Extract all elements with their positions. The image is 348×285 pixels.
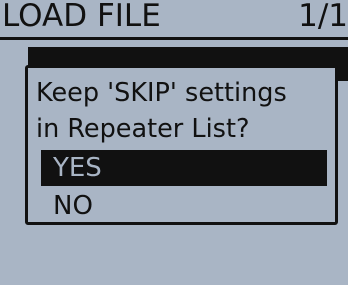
screen-title: LOAD FILE [2,0,161,34]
page-indicator: 1/1 [298,0,348,34]
option-yes[interactable]: YES [41,150,327,186]
confirm-dialog: Keep 'SKIP' settings in Repeater List? Y… [25,65,338,225]
header-divider [0,37,348,40]
dialog-message-line-1: Keep 'SKIP' settings [36,78,287,108]
lcd-screen: LOAD FILE 1/1 Keep 'SKIP' settings in Re… [0,0,348,285]
dialog-message-line-2: in Repeater List? [36,114,250,144]
option-no[interactable]: NO [41,188,327,224]
